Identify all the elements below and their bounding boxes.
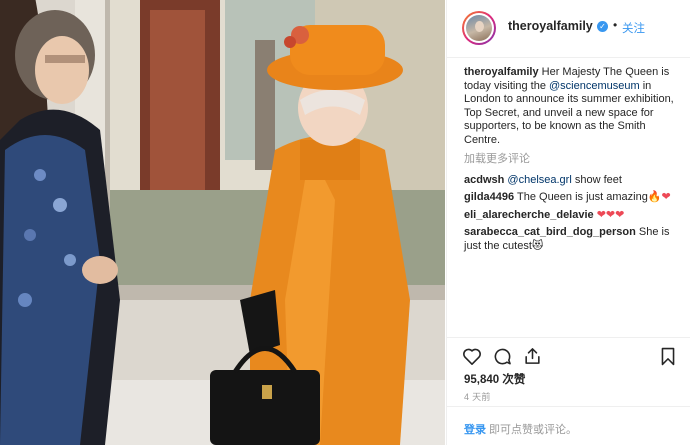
comment-emoji: ❤❤❤	[596, 208, 625, 221]
comment-text: The Queen is just amazing	[514, 191, 648, 203]
comments-section: theroyalfamily Her Majesty The Queen is …	[464, 66, 679, 257]
comment-username[interactable]: eli_alarecherche_delavie	[464, 209, 594, 221]
comment-item: sarabecca_cat_bird_dog_person She is jus…	[464, 226, 679, 253]
login-link[interactable]: 登录	[464, 421, 486, 437]
avatar-image	[466, 15, 492, 41]
login-prompt: 登录 即可点赞或评论。	[447, 406, 690, 446]
comment-item: acdwsh @chelsea.grl show feet	[464, 174, 679, 188]
caption-mention[interactable]: @sciencemuseum	[549, 80, 640, 92]
bookmark-icon[interactable]	[660, 347, 676, 366]
load-more-comments-button[interactable]: 加载更多评论	[464, 153, 679, 167]
comment-item: eli_alarecherche_delavie ❤❤❤	[464, 209, 679, 223]
likes-count[interactable]: 95,840 次赞	[464, 371, 525, 387]
instagram-post: theroyalfamily ✓ • 关注 theroyalfamily Her…	[0, 0, 690, 445]
comment-username[interactable]: acdwsh	[464, 174, 504, 186]
posted-time[interactable]: 4 天前	[464, 390, 491, 403]
post-username[interactable]: theroyalfamily	[508, 19, 593, 33]
share-icon[interactable]	[523, 346, 542, 366]
comment-emoji: 🔥❤	[647, 191, 671, 203]
comment-item: gilda4496 The Queen is just amazing🔥❤	[464, 191, 679, 205]
action-bar	[447, 337, 690, 374]
comment-text: show feet	[571, 173, 622, 186]
comment-mention[interactable]: @chelsea.grl	[507, 174, 571, 186]
verified-badge-icon: ✓	[597, 21, 608, 32]
comment-icon[interactable]	[493, 347, 512, 366]
comment-username[interactable]: gilda4496	[464, 191, 514, 203]
profile-avatar[interactable]	[462, 11, 496, 45]
post-header: theroyalfamily ✓ • 关注	[447, 0, 690, 58]
comment-username[interactable]: sarabecca_cat_bird_dog_person	[464, 226, 636, 238]
follow-button[interactable]: 关注	[622, 20, 645, 36]
login-hint: 即可点赞或评论。	[489, 424, 577, 436]
post-side-panel: theroyalfamily ✓ • 关注 theroyalfamily Her…	[446, 0, 690, 445]
photo-illustration	[0, 0, 445, 445]
post-caption: theroyalfamily Her Majesty The Queen is …	[464, 66, 679, 147]
caption-username[interactable]: theroyalfamily	[464, 66, 539, 78]
separator-dot: •	[613, 18, 618, 32]
comment-emoji: 😻	[531, 239, 544, 252]
heart-icon[interactable]	[462, 347, 482, 365]
post-photo[interactable]	[0, 0, 445, 445]
